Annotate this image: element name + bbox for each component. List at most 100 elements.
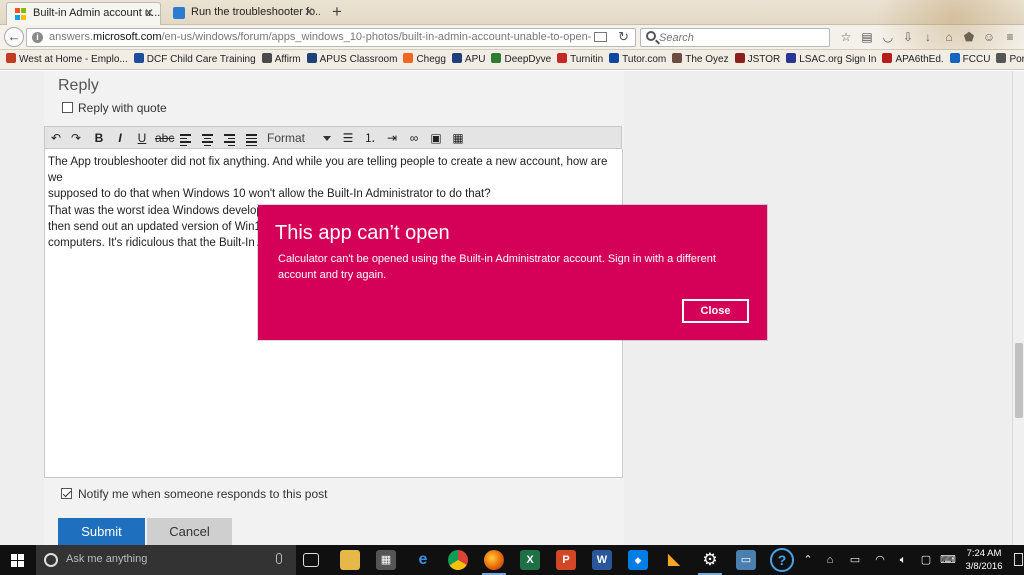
microsoft-favicon-icon <box>173 7 185 19</box>
chrome-icon[interactable] <box>448 550 468 570</box>
align-left-icon[interactable] <box>177 130 195 146</box>
bookmark-label: LSAC.org Sign In <box>799 54 877 65</box>
system-clock[interactable]: 7:24 AM 3/8/2016 <box>958 547 1010 573</box>
bookmark-label: APU <box>464 54 486 65</box>
wifi-icon[interactable]: ◠ <box>872 551 888 569</box>
info-icon[interactable]: i <box>32 32 43 43</box>
bookmark-item[interactable]: Affirm <box>261 50 301 69</box>
menu-icon[interactable]: ≡ <box>1003 30 1017 44</box>
table-icon[interactable]: ▦ <box>449 130 467 146</box>
page-scrollbar[interactable] <box>1012 71 1024 545</box>
bookmark-item[interactable]: APU <box>451 50 486 69</box>
submit-button[interactable]: Submit <box>58 518 145 545</box>
image-icon[interactable]: ▣ <box>427 130 445 146</box>
align-justify-icon[interactable] <box>243 130 261 146</box>
numbered-list-icon[interactable]: ⒈ <box>361 130 379 146</box>
powerpoint-icon[interactable]: P <box>556 550 576 570</box>
download-arrow-icon[interactable]: ↓ <box>921 30 935 44</box>
notifications-icon[interactable] <box>1014 553 1023 566</box>
microsoft-logo-icon <box>15 8 27 20</box>
microphone-icon[interactable] <box>276 553 282 564</box>
dropbox-icon[interactable]: ◆ <box>628 550 648 570</box>
bookmark-item[interactable]: Portal Login <box>996 50 1024 69</box>
bookmark-item[interactable]: Turnitin <box>557 50 603 69</box>
cortana-search-box[interactable]: Ask me anything <box>36 545 296 575</box>
notify-checkbox[interactable] <box>61 488 72 499</box>
link-icon[interactable]: ∞ <box>405 130 423 146</box>
windows-start-icon[interactable] <box>11 554 24 567</box>
pocket-icon[interactable]: ◡ <box>881 30 895 44</box>
bookmark-item[interactable]: West at Home - Emplo... <box>6 50 128 69</box>
battery-icon[interactable]: ▭ <box>847 551 863 569</box>
bookmark-item[interactable]: APUS Classroom <box>306 50 397 69</box>
bookmark-favicon-icon <box>609 53 620 63</box>
close-tab-icon[interactable]: ✕ <box>144 3 154 24</box>
tab-run-troubleshooter[interactable]: Run the troubleshooter fo... ✕ <box>165 2 320 25</box>
bookmark-star-icon[interactable]: ☆ <box>839 30 853 44</box>
home-icon[interactable]: ⌂ <box>942 30 956 44</box>
help-icon[interactable]: ? <box>770 548 794 572</box>
file-explorer-icon[interactable] <box>340 550 360 570</box>
download-icon[interactable]: ⇩ <box>901 30 915 44</box>
redo-icon[interactable]: ↷ <box>67 130 85 146</box>
back-button[interactable]: ← <box>4 27 24 47</box>
task-view-icon[interactable] <box>303 553 319 567</box>
cancel-button[interactable]: Cancel <box>147 518 232 545</box>
keyboard-icon[interactable]: ⌨ <box>940 551 956 569</box>
reply-text-line: supposed to do that when Windows 10 won'… <box>48 188 491 201</box>
calculator-icon[interactable]: ▦ <box>376 550 396 570</box>
reply-with-quote-checkbox[interactable] <box>62 102 73 113</box>
word-icon[interactable]: W <box>592 550 612 570</box>
firefox-icon[interactable] <box>482 550 506 575</box>
bookmark-item[interactable]: Chegg <box>403 50 446 69</box>
underline-icon[interactable]: U <box>133 130 151 146</box>
bookmark-label: JSTOR <box>747 54 781 65</box>
undo-icon[interactable]: ↶ <box>47 130 65 146</box>
bookmark-label: The Oyez <box>685 54 729 65</box>
bullet-list-icon[interactable]: ☰ <box>339 130 357 146</box>
bookmark-favicon-icon <box>949 53 960 63</box>
edge-icon[interactable]: e <box>413 550 433 570</box>
bookmark-item[interactable]: JSTOR <box>734 50 781 69</box>
network-icon[interactable]: ⌂ <box>822 551 838 569</box>
close-tab-icon[interactable]: ✕ <box>304 2 314 23</box>
bookmark-item[interactable]: FCCU <box>949 50 990 69</box>
strikethrough-icon[interactable]: abc <box>155 130 174 146</box>
reload-icon[interactable]: ↻ <box>618 29 629 45</box>
bookmark-item[interactable]: LSAC.org Sign In <box>786 50 877 69</box>
reply-heading: Reply <box>58 77 99 94</box>
volume-muted-icon[interactable]: 🔈︎ <box>895 551 911 569</box>
bookmark-item[interactable]: APA6thEd. <box>882 50 944 69</box>
address-bar[interactable]: i answers.microsoft.com/en-us/windows/fo… <box>26 28 636 47</box>
chat-icon[interactable]: ☺ <box>982 30 996 44</box>
excel-icon[interactable]: X <box>520 550 540 570</box>
bookmark-item[interactable]: DeepDyve <box>491 50 551 69</box>
java-icon[interactable]: ◣ <box>664 550 684 570</box>
bookmark-favicon-icon <box>491 53 502 63</box>
bookmark-favicon-icon <box>451 53 462 63</box>
remote-desktop-icon[interactable]: ▭ <box>736 550 756 570</box>
bookmark-item[interactable]: DCF Child Care Training <box>133 50 256 69</box>
action-center-message-icon[interactable]: ▢ <box>918 551 934 569</box>
italic-icon[interactable]: I <box>111 130 129 146</box>
new-tab-button[interactable]: + <box>332 1 342 23</box>
dialog-close-button[interactable]: Close <box>682 299 749 323</box>
align-right-icon[interactable] <box>221 130 239 146</box>
search-box[interactable] <box>640 28 830 47</box>
align-center-icon[interactable] <box>199 130 217 146</box>
dialog-message: Calculator can't be opened using the Bui… <box>278 253 716 281</box>
format-dropdown[interactable]: Format <box>265 129 335 147</box>
scrollbar-thumb[interactable] <box>1015 343 1023 418</box>
show-hidden-icons-chevron-icon[interactable]: ⌃ <box>800 551 816 569</box>
bookmark-item[interactable]: Tutor.com <box>609 50 666 69</box>
shield-icon[interactable]: ⬟ <box>962 30 976 44</box>
bookmark-item[interactable]: The Oyez <box>672 50 729 69</box>
search-input[interactable] <box>659 30 824 45</box>
indent-icon[interactable]: ⇥ <box>383 130 401 146</box>
tab-built-in-admin[interactable]: Built-in Admin account u... ✕ <box>6 2 161 25</box>
bold-icon[interactable]: B <box>90 130 108 146</box>
bookmarks-menu-icon[interactable]: ▤ <box>860 30 874 44</box>
settings-gear-icon[interactable]: ⚙ <box>698 550 722 575</box>
reader-view-icon[interactable] <box>594 32 607 42</box>
reply-with-quote-label: Reply with quote <box>78 101 167 115</box>
